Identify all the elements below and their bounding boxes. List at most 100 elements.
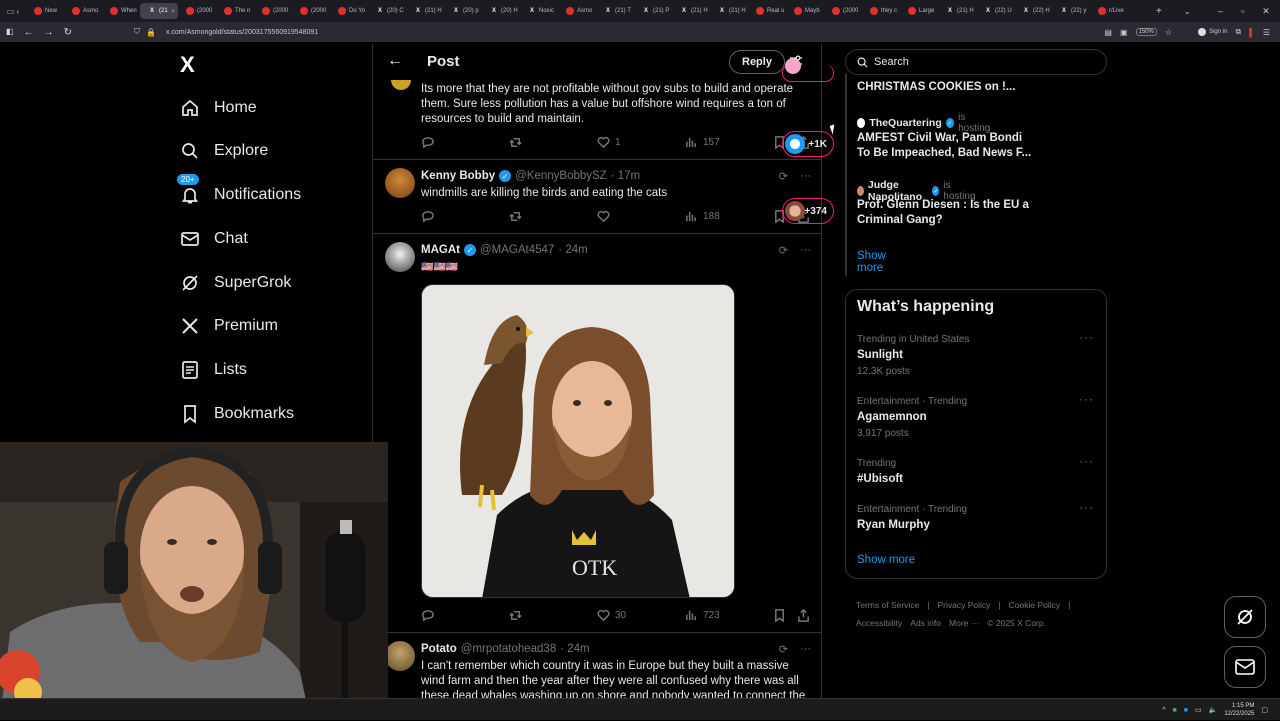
avatar[interactable] xyxy=(385,641,415,671)
browser-tab[interactable]: Large xyxy=(900,3,938,19)
grok-icon[interactable]: ⟳ xyxy=(779,643,788,656)
grok-icon[interactable]: ⟳ xyxy=(779,170,788,183)
retweet-icon[interactable] xyxy=(509,609,522,622)
views-button[interactable]: 188 xyxy=(685,210,720,223)
author-handle[interactable]: @KennyBobbySZ xyxy=(515,170,607,182)
tray-app-icon[interactable]: ■ xyxy=(1173,707,1177,714)
clock[interactable]: 1:15 PM 12/22/2025 xyxy=(1224,702,1254,718)
bookmark-icon[interactable] xyxy=(773,609,786,622)
grok-fab-button[interactable] xyxy=(1224,596,1266,638)
notification-icon[interactable]: ▢ xyxy=(1261,706,1268,714)
author-name[interactable]: MAGAt xyxy=(421,244,460,256)
browser-tab[interactable]: they c xyxy=(862,3,900,19)
network-icon[interactable]: ▭ xyxy=(1195,706,1202,714)
avatar[interactable] xyxy=(385,168,415,198)
author-name[interactable]: Kenny Bobby xyxy=(421,170,495,182)
x-logo-icon[interactable]: X xyxy=(180,52,195,78)
sign-in-button[interactable]: Sign in xyxy=(1198,28,1227,36)
share-icon[interactable] xyxy=(797,609,810,622)
browser-tab[interactable]: X (21 ✕ xyxy=(140,3,178,19)
space-join-pill[interactable] xyxy=(782,58,834,82)
like-button[interactable] xyxy=(597,210,610,223)
zoom-level[interactable]: 150% xyxy=(1135,28,1157,36)
browser-tab[interactable]: X (21) H xyxy=(938,3,976,19)
new-tab-icon[interactable]: + xyxy=(1156,6,1162,17)
author-handle[interactable]: @mrpotatohead38 xyxy=(461,643,556,655)
footer-link[interactable]: Terms of Service xyxy=(856,600,919,610)
retweet-icon[interactable] xyxy=(509,136,522,149)
forward-arrow-icon[interactable]: → xyxy=(44,27,54,38)
timestamp[interactable]: · 24m xyxy=(558,244,587,256)
browser-tab[interactable]: X (20) p xyxy=(444,3,482,19)
like-button[interactable]: 30 xyxy=(597,609,626,622)
like-button[interactable]: 1 xyxy=(597,136,621,149)
search-input[interactable]: Search xyxy=(845,49,1107,75)
browser-tab[interactable]: X (22) H xyxy=(1014,3,1052,19)
more-icon[interactable]: ··· xyxy=(1079,330,1094,344)
trend-name[interactable]: #Ubisoft xyxy=(857,473,903,485)
reply-icon[interactable] xyxy=(421,210,434,223)
reload-icon[interactable]: ↻ xyxy=(64,27,72,38)
menu-icon[interactable]: ☰ xyxy=(1263,28,1270,37)
space-join-pill[interactable]: +374 xyxy=(782,198,834,224)
footer-link[interactable]: Accessibility xyxy=(856,618,902,628)
footer-link[interactable]: More ··· xyxy=(949,618,979,628)
browser-tab[interactable]: Real u xyxy=(748,3,786,19)
avatar[interactable] xyxy=(391,80,411,90)
trend-name[interactable]: Sunlight xyxy=(857,349,903,361)
more-icon[interactable]: ··· xyxy=(800,244,811,257)
space-join-pill[interactable]: +1K xyxy=(782,131,834,157)
tweet[interactable]: MAGAt ✓ @MAGAt4547 · 24m ⟳ ··· 🇺🇸🇺🇸🇺🇸 OT… xyxy=(373,234,821,632)
reply-button[interactable]: Reply xyxy=(729,50,785,74)
browser-tab[interactable]: Asmo xyxy=(64,3,102,19)
url-field[interactable]: ⛉ 🔒 x.com/Asmongold/status/2003175560919… xyxy=(134,25,1124,39)
messages-fab-button[interactable] xyxy=(1224,646,1266,688)
volume-icon[interactable]: 🔈 xyxy=(1209,706,1218,714)
close-window-icon[interactable]: ✕ xyxy=(1262,6,1270,17)
nav-item-chat[interactable]: Chat xyxy=(180,224,248,254)
extensions-icon[interactable]: ⧉ xyxy=(1235,27,1241,37)
more-icon[interactable]: ··· xyxy=(800,643,811,656)
browser-tab[interactable]: Asmo xyxy=(558,3,596,19)
browser-tab[interactable]: (2000 xyxy=(292,3,330,19)
host-name[interactable]: TheQuartering xyxy=(869,117,941,129)
footer-link[interactable]: Cookie Policy xyxy=(1009,600,1061,610)
browser-tab[interactable]: X (21) P xyxy=(634,3,672,19)
views-button[interactable]: 723 xyxy=(685,609,720,622)
browser-tab[interactable]: X (21) T xyxy=(596,3,634,19)
show-more-link[interactable]: Show more xyxy=(857,554,915,566)
tab-overflow-icon[interactable]: ⌄ xyxy=(1184,7,1191,16)
timestamp[interactable]: · 17m xyxy=(611,170,640,182)
space-title[interactable]: Prof. Glenn Diesen : Is the EU a Crimina… xyxy=(857,198,1035,228)
tray-app-icon[interactable]: ■ xyxy=(1184,707,1188,714)
browser-tab[interactable]: Do Yo xyxy=(330,3,368,19)
browser-tab[interactable]: X (21) H xyxy=(710,3,748,19)
more-icon[interactable]: ··· xyxy=(1079,500,1094,514)
nav-item-premium[interactable]: Premium xyxy=(180,311,278,341)
browser-tab[interactable]: X (22) U xyxy=(976,3,1014,19)
grok-icon[interactable]: ⟳ xyxy=(779,244,788,257)
retweet-icon[interactable] xyxy=(509,210,522,223)
browser-tab[interactable]: r/Live xyxy=(1090,3,1128,19)
shield-icon[interactable]: ⛉ xyxy=(134,27,140,37)
browser-tab[interactable]: X (21) H xyxy=(672,3,710,19)
minimize-icon[interactable]: – xyxy=(1218,6,1223,16)
browser-tab[interactable]: (2000 xyxy=(254,3,292,19)
show-more-link[interactable]: Show more xyxy=(857,250,886,274)
reply-icon[interactable] xyxy=(421,609,434,622)
maximize-icon[interactable]: ▫ xyxy=(1241,6,1244,16)
nav-item-lists[interactable]: Lists xyxy=(180,355,247,385)
author-handle[interactable]: @MAGAt4547 xyxy=(480,244,554,256)
trend-name[interactable]: Agamemnon xyxy=(857,411,927,423)
browser-tab[interactable]: X (20) H xyxy=(482,3,520,19)
browser-tab[interactable]: X (22) y xyxy=(1052,3,1090,19)
nav-item-explore[interactable]: Explore xyxy=(180,136,268,166)
browser-tab[interactable]: X (21) H xyxy=(406,3,444,19)
tweet-image[interactable]: OTK xyxy=(421,284,735,598)
browser-tab[interactable]: (2000 xyxy=(824,3,862,19)
star-icon[interactable]: ☆ xyxy=(1165,28,1172,37)
more-icon[interactable]: ··· xyxy=(1079,392,1094,406)
timestamp[interactable]: · 24m xyxy=(560,643,589,655)
browser-tab[interactable]: X (20) C xyxy=(368,3,406,19)
browser-tab[interactable]: The n xyxy=(216,3,254,19)
